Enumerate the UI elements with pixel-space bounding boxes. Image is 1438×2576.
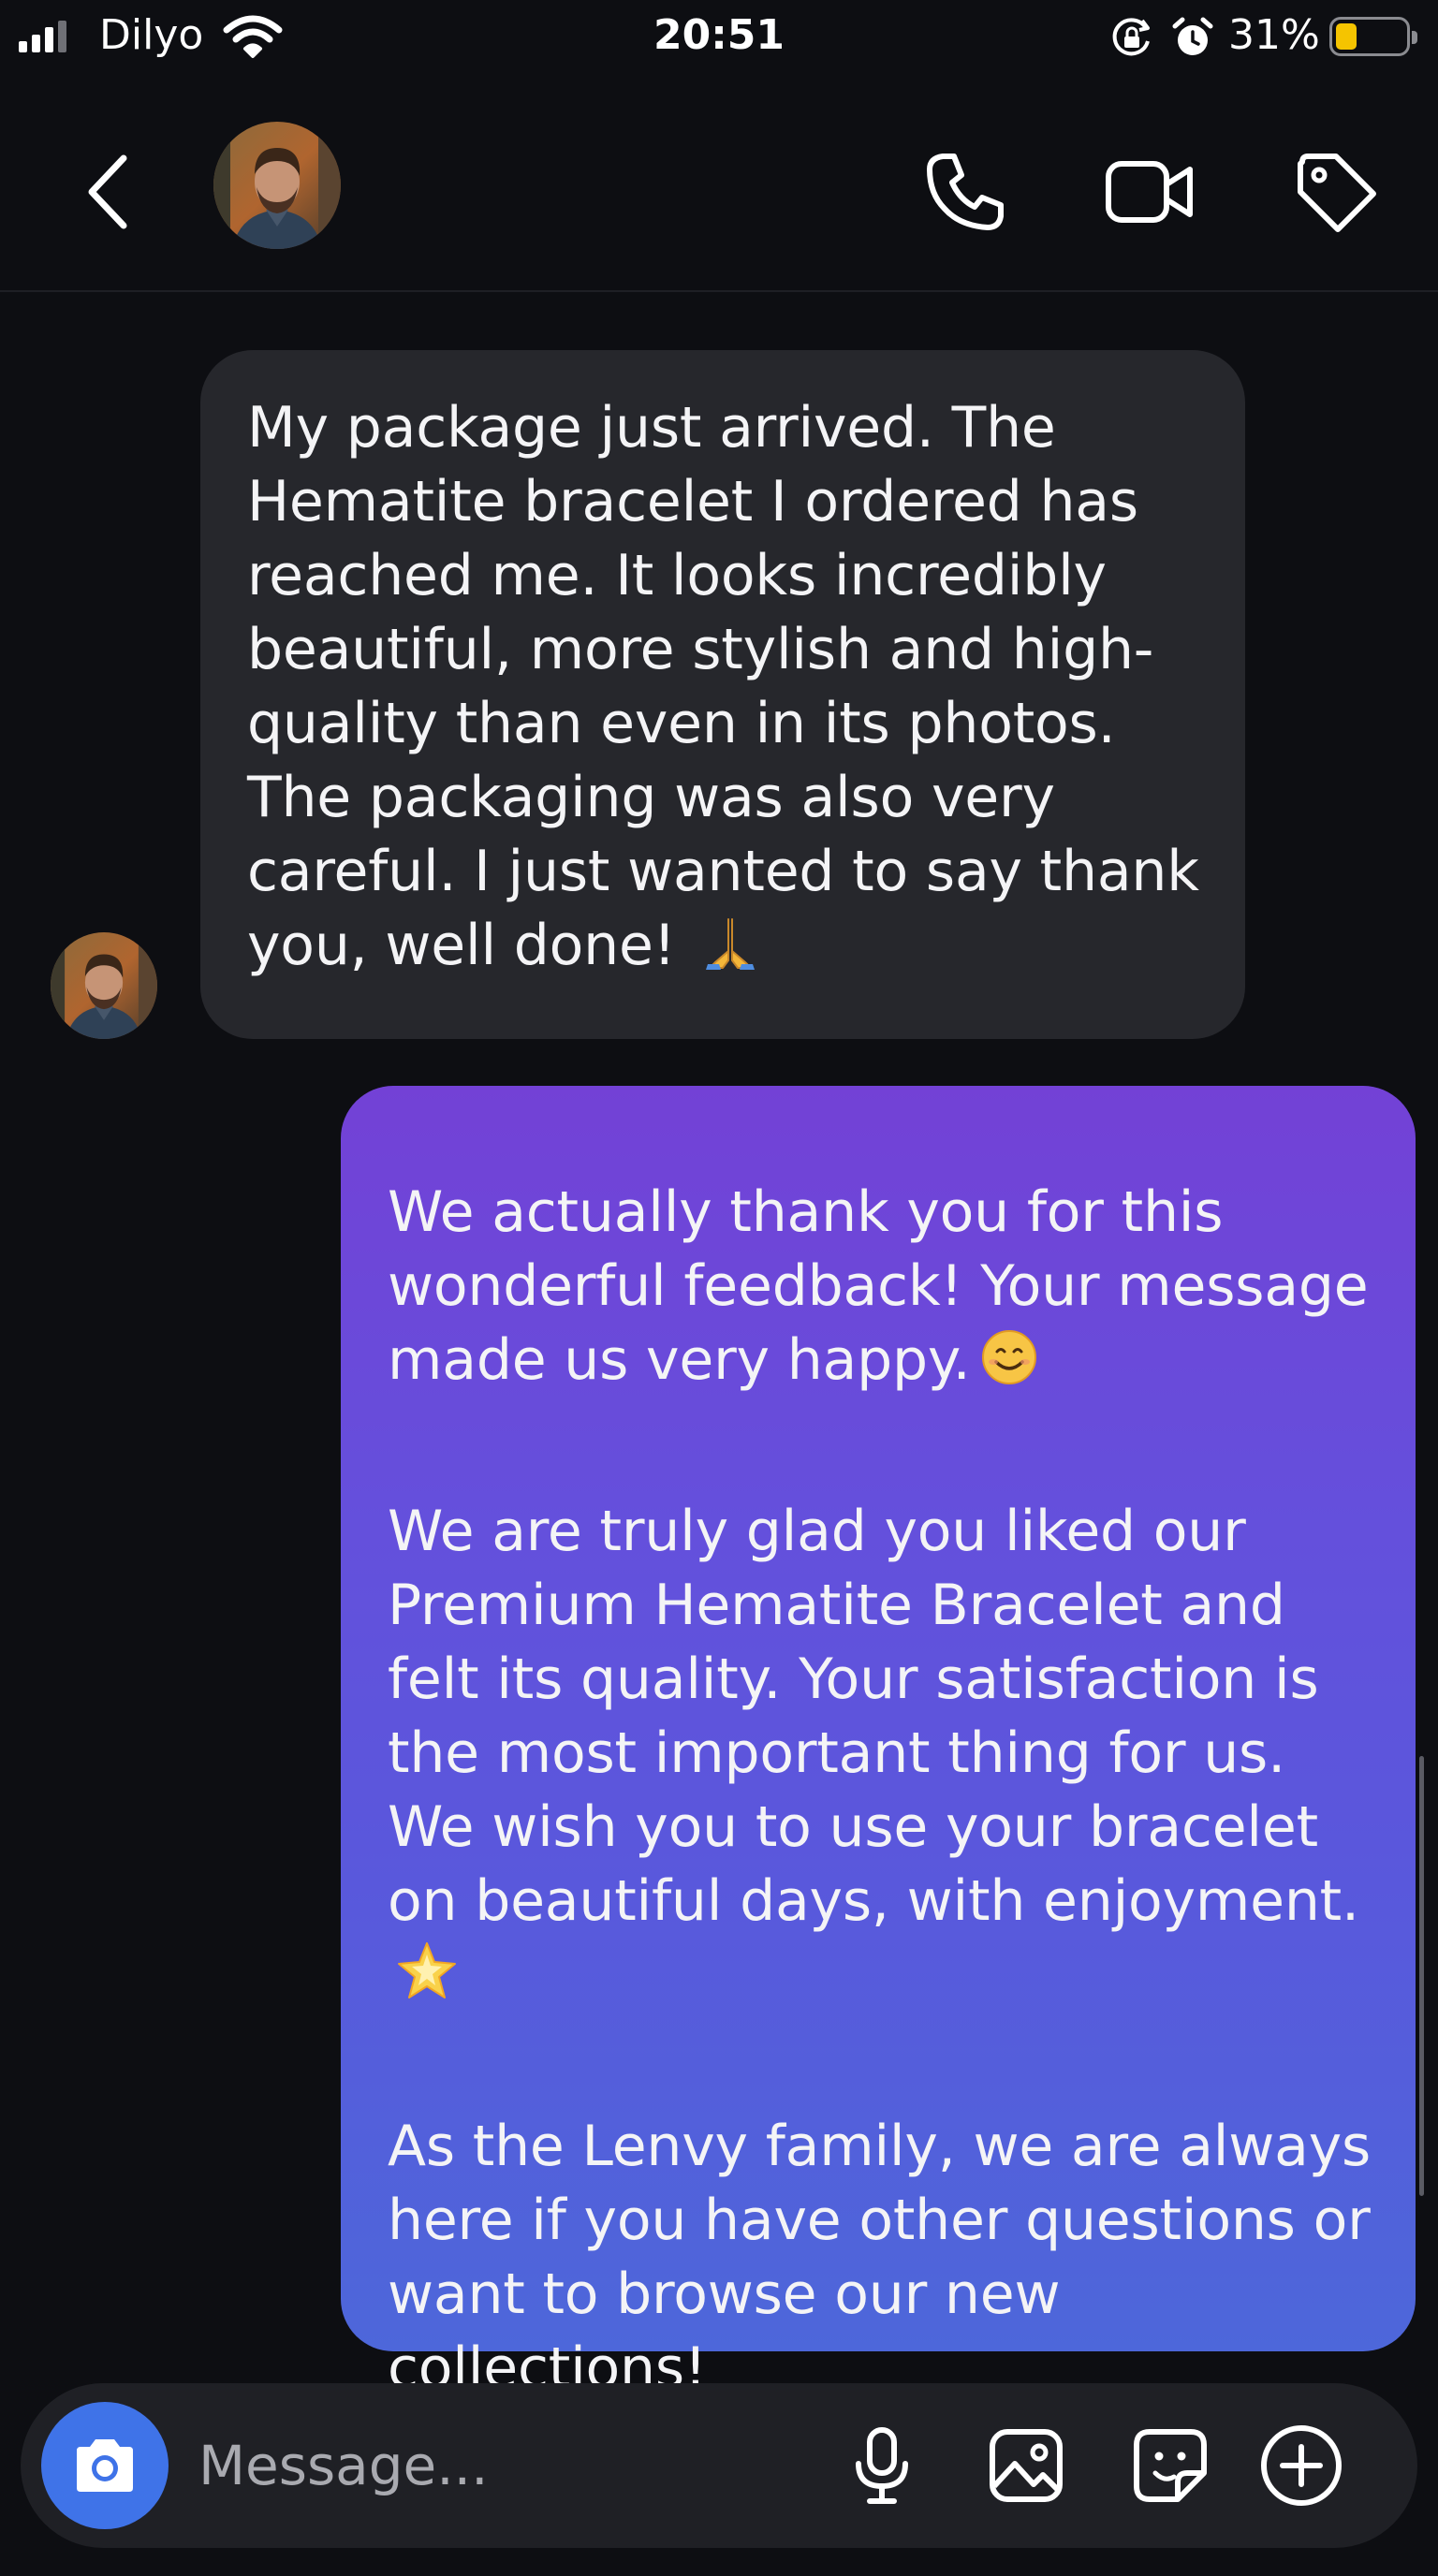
alarm-icon <box>1172 17 1213 55</box>
tag-button[interactable] <box>1284 140 1387 243</box>
outgoing-paragraph-1: We actually thank you for this wonderful… <box>388 1176 1378 1405</box>
glowing-star-emoji <box>397 1941 457 2020</box>
outgoing-message-text: We actually thank you for this wonderful… <box>388 1176 1378 2406</box>
gallery-button[interactable] <box>979 2419 1073 2512</box>
plus-icon <box>1261 2425 1342 2506</box>
camera-button[interactable] <box>41 2402 169 2529</box>
microphone-icon <box>856 2427 908 2504</box>
incoming-message-text: My package just arrived. The Hematite br… <box>247 391 1200 990</box>
chat-header <box>0 94 1438 292</box>
rotation-lock-icon <box>1112 18 1150 56</box>
dm-conversation-screen: Dilyo 20:51 31% My package just arrived.… <box>0 0 1438 2576</box>
contact-avatar[interactable] <box>213 122 341 249</box>
scrollbar[interactable] <box>1419 1756 1424 2196</box>
folded-hands-emoji <box>702 915 758 990</box>
status-bar: Dilyo 20:51 31% <box>0 0 1438 77</box>
message-composer <box>21 2383 1417 2548</box>
back-chevron-icon <box>88 154 127 229</box>
battery-icon <box>1329 17 1417 56</box>
voice-message-button[interactable] <box>835 2419 929 2512</box>
video-camera-icon <box>1106 161 1193 223</box>
clock: 20:51 <box>653 11 785 59</box>
incoming-message-bubble[interactable]: My package just arrived. The Hematite br… <box>200 350 1245 1039</box>
outgoing-paragraph-3: As the Lenvy family, we are always here … <box>388 2114 1372 2401</box>
sticker-button[interactable] <box>1123 2419 1217 2512</box>
tag-icon <box>1298 154 1376 232</box>
gallery-icon <box>990 2429 1063 2502</box>
outgoing-paragraph-2: We are truly glad you liked our Premium … <box>388 1495 1378 2020</box>
message-input[interactable] <box>198 2421 779 2510</box>
audio-call-button[interactable] <box>914 140 1017 243</box>
video-call-button[interactable] <box>1099 140 1202 243</box>
outgoing-message-bubble[interactable]: We actually thank you for this wonderful… <box>341 1086 1416 2401</box>
sender-avatar[interactable] <box>51 932 157 1039</box>
battery-percent: 31% <box>1228 11 1320 59</box>
more-options-button[interactable] <box>1255 2419 1348 2512</box>
smiling-face-emoji <box>980 1328 1038 1405</box>
sticker-icon <box>1134 2429 1207 2502</box>
back-button[interactable] <box>66 140 150 243</box>
camera-icon <box>77 2439 133 2492</box>
incoming-message-body: My package just arrived. The Hematite br… <box>247 395 1199 978</box>
phone-icon <box>927 154 1004 230</box>
